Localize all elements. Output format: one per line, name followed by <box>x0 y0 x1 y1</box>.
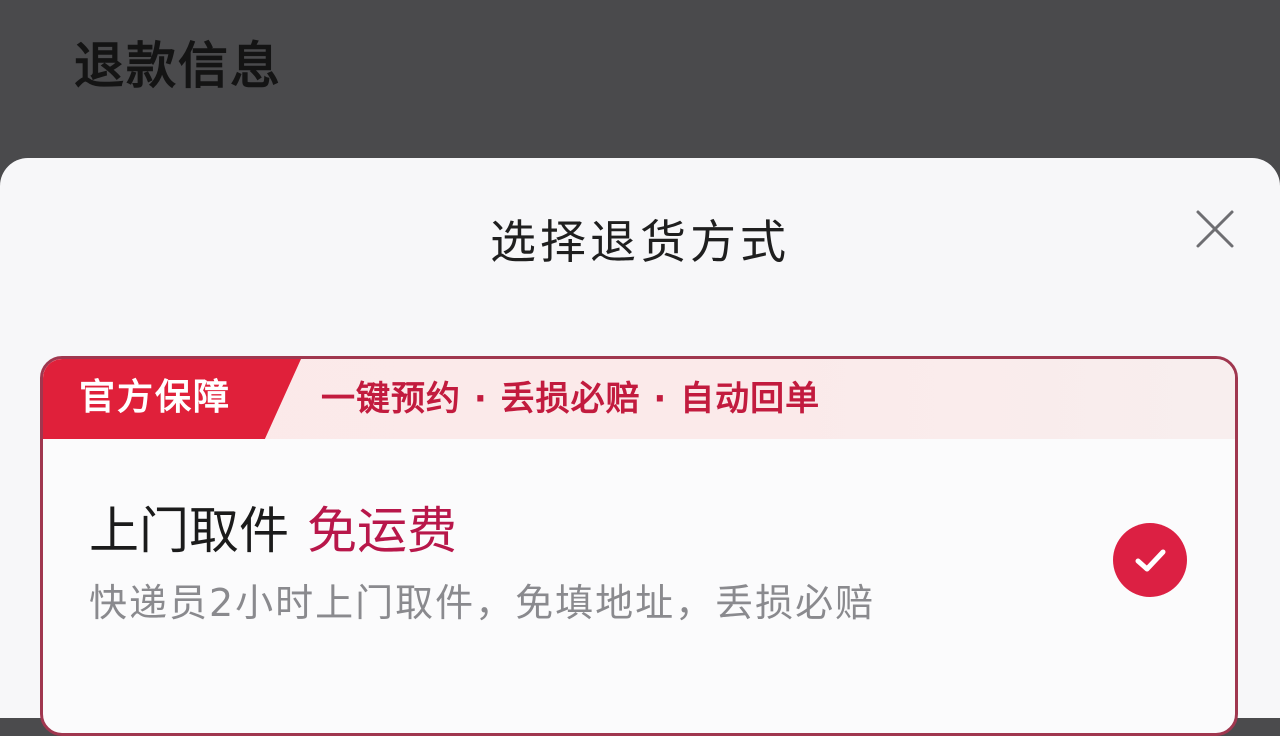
pickup-option-card[interactable]: 官方保障 一键预约 · 丢损必赔 · 自动回单 上门取件 免运费 快递员2小时上门… <box>40 356 1238 736</box>
card-header: 官方保障 一键预约 · 丢损必赔 · 自动回单 <box>43 359 1235 439</box>
free-shipping-label: 免运费 <box>307 502 457 560</box>
option-description: 快递员2小时上门取件，免填地址，丢损必赔 <box>89 581 876 625</box>
official-guarantee-badge: 官方保障 <box>43 359 301 439</box>
feature-list: 一键预约 · 丢损必赔 · 自动回单 <box>321 379 821 419</box>
page-title-refund-info: 退款信息 <box>74 37 282 95</box>
option-title: 上门取件 免运费 <box>89 501 457 561</box>
close-icon <box>1196 210 1234 248</box>
close-button[interactable] <box>1192 206 1238 252</box>
badge-label: 官方保障 <box>79 377 232 418</box>
sheet-title: 选择退货方式 <box>490 215 790 269</box>
selected-radio[interactable] <box>1113 523 1187 597</box>
option-name: 上门取件 <box>89 502 289 560</box>
check-icon <box>1135 549 1166 572</box>
